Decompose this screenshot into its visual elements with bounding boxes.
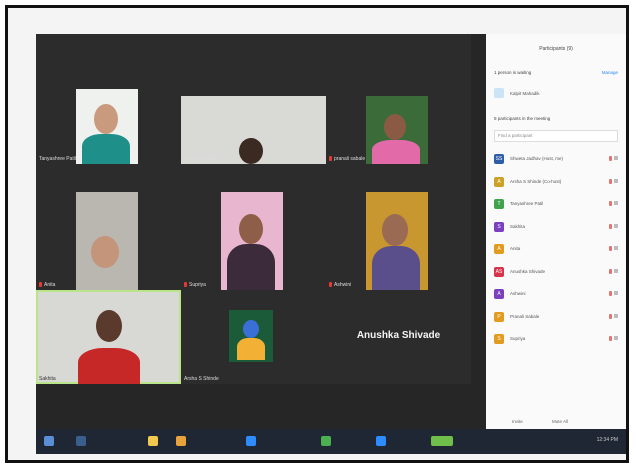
video-tile[interactable]: pranali sabale [326, 34, 471, 164]
mic-icon [609, 268, 612, 274]
mic-icon [609, 178, 612, 184]
mic-icon [609, 336, 612, 341]
muted-mic-icon [329, 282, 332, 288]
avatar: SS [494, 154, 504, 164]
panel-title: Participants (9) [539, 46, 573, 52]
participant-name: Anita [510, 246, 521, 251]
muted-mic-icon [329, 156, 332, 162]
participant-row[interactable]: P Pranali Sabale [494, 308, 618, 331]
participant-row[interactable]: A Arsha S Shinde (Co-host) [494, 173, 618, 196]
mic-icon [609, 201, 612, 206]
file-explorer-icon[interactable] [148, 436, 158, 446]
avatar: A [494, 176, 504, 187]
zoom-meeting-window: Tanyashree Patil Shweta Jadhav pranali s… [36, 34, 626, 454]
participant-list: SS Shweta Jadhav (Host, me) A Arsha S Shin… [494, 150, 618, 353]
zoom-app-icon[interactable] [246, 436, 256, 446]
avatar: AS [494, 266, 504, 277]
video-icon [614, 223, 618, 228]
participant-name: pranali sabale [329, 156, 365, 162]
mute-all-button[interactable]: Mute All [552, 419, 568, 424]
video-tile[interactable]: Tanyashree Patil [36, 34, 181, 164]
participant-name: Arsha S Shinde [184, 376, 219, 382]
participants-panel: Participants (9) 1 person is waiting Man… [486, 34, 626, 429]
video-icon [614, 178, 618, 183]
photo-frame: Tanyashree Patil Shweta Jadhav pranali s… [5, 5, 629, 463]
video-icon [614, 246, 618, 250]
participant-name: Tanyashree Patil [510, 201, 544, 206]
folder-icon[interactable] [176, 436, 186, 446]
windows-taskbar: 12:34 PM [36, 429, 626, 454]
waiting-person-row[interactable]: Kalpit Mahadik [494, 88, 618, 100]
video-icon [614, 291, 618, 295]
participant-name-placeholder: Anushka Shivade [356, 330, 441, 341]
waiting-room-text: 1 person is waiting [494, 70, 532, 75]
participant-row[interactable]: A Anita [494, 240, 618, 263]
participant-search-input[interactable]: Find a participant [494, 130, 618, 142]
video-tile[interactable]: Shweta Jadhav [181, 34, 326, 164]
participant-row[interactable]: S Supriya [494, 330, 618, 353]
participant-name: Ashwini [329, 282, 351, 288]
mic-icon [609, 223, 612, 229]
mic-icon [609, 156, 612, 161]
video-tile-active-speaker[interactable]: Sakhita [36, 290, 181, 384]
participant-count: 9 participants in the meeting [494, 116, 551, 121]
participant-name: Anushka Shivade [510, 268, 546, 274]
mic-icon [609, 291, 612, 296]
participant-name: Ashwini [510, 291, 526, 296]
participant-name: Sakhita [510, 223, 526, 229]
video-icon [614, 313, 618, 318]
participant-name: Sakhita [39, 376, 56, 382]
app-icon[interactable] [431, 436, 453, 446]
avatar: A [494, 289, 504, 299]
muted-mic-icon [184, 282, 187, 288]
participant-name: Shweta Jadhav (Host, me) [510, 156, 564, 161]
video-tile[interactable]: Ashwini [326, 164, 471, 290]
mic-icon [609, 246, 612, 251]
video-tile[interactable]: Anita [36, 164, 181, 290]
waiting-person-name: Kalpit Mahadik [510, 91, 540, 96]
manage-waiting-link[interactable]: Manage [602, 70, 618, 75]
participant-row[interactable]: A Ashwini [494, 285, 618, 308]
invite-button[interactable]: Invite [512, 419, 523, 424]
participant-name: Supriya [510, 336, 526, 341]
avatar: A [494, 244, 504, 254]
chrome-icon[interactable] [321, 436, 331, 446]
participant-name: Pranali Sabale [510, 313, 540, 319]
avatar: T [494, 199, 504, 209]
taskbar-clock: 12:34 PM [596, 437, 618, 443]
mic-icon [609, 313, 612, 319]
participant-row[interactable]: S Sakhita [494, 218, 618, 241]
muted-mic-icon [39, 282, 42, 288]
video-tile[interactable]: Anushka Shivade [326, 290, 471, 384]
participant-name: Anita [39, 282, 55, 288]
video-tile[interactable]: Supriya [181, 164, 326, 290]
participant-name: Tanyashree Patil [39, 156, 76, 162]
video-icon [614, 336, 618, 340]
participant-row[interactable]: T Tanyashree Patil [494, 195, 618, 218]
zoom-meeting-icon[interactable] [376, 436, 386, 446]
avatar: S [494, 221, 504, 232]
video-icon [614, 268, 618, 273]
avatar: P [494, 311, 504, 322]
video-icon [614, 156, 618, 160]
search-icon[interactable] [76, 436, 86, 446]
participant-row[interactable]: AS Anushka Shivade [494, 263, 618, 286]
video-tile[interactable]: Arsha S Shinde [181, 290, 326, 384]
participant-name: Shweta Jadhav [184, 156, 219, 162]
participant-name: Arsha S Shinde (Co-host) [510, 178, 562, 184]
participant-name: Supriya [184, 282, 206, 288]
start-icon[interactable] [44, 436, 54, 446]
participant-row[interactable]: SS Shweta Jadhav (Host, me) [494, 150, 618, 173]
avatar [494, 88, 504, 98]
video-gallery: Tanyashree Patil Shweta Jadhav pranali s… [36, 34, 486, 429]
video-icon [614, 201, 618, 205]
avatar: S [494, 334, 504, 344]
